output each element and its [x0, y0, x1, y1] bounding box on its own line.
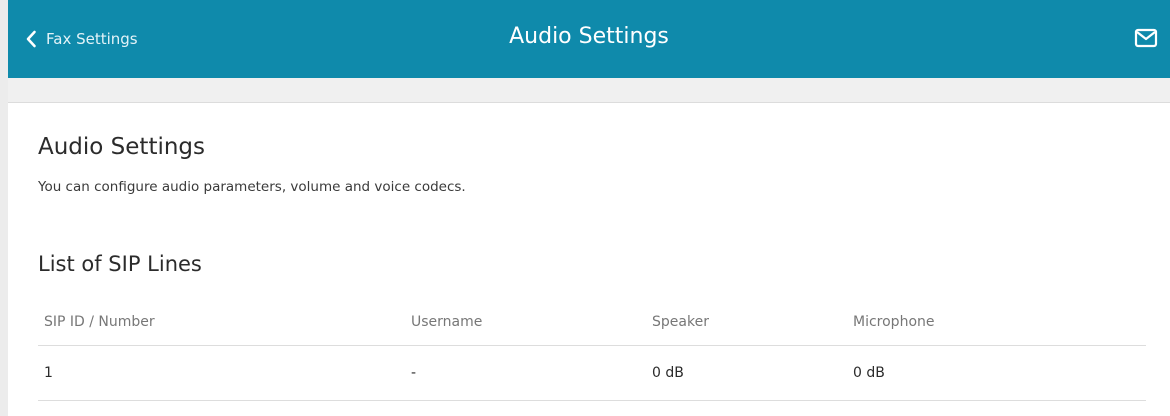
- cell-microphone: 0 dB: [853, 345, 1146, 401]
- back-to-fax-settings-link[interactable]: Fax Settings: [25, 27, 138, 51]
- column-header-username: Username: [411, 299, 652, 346]
- table-header-row: SIP ID / Number Username Speaker Microph…: [38, 299, 1146, 346]
- cell-speaker: 0 dB: [652, 345, 853, 401]
- chevron-left-icon: [25, 30, 37, 48]
- sip-lines-table: SIP ID / Number Username Speaker Microph…: [38, 299, 1146, 401]
- back-link-label: Fax Settings: [46, 30, 138, 48]
- page: Fax Settings Audio Settings Audio Settin…: [8, 0, 1170, 416]
- cell-username: -: [411, 345, 652, 401]
- content-area: Audio Settings You can configure audio p…: [8, 103, 1170, 416]
- column-header-speaker: Speaker: [652, 299, 853, 346]
- envelope-icon: [1134, 28, 1158, 52]
- page-title: Audio Settings: [509, 24, 669, 49]
- column-header-microphone: Microphone: [853, 299, 1146, 346]
- cell-sip-id: 1: [38, 345, 411, 401]
- section-title: Audio Settings: [38, 134, 206, 160]
- section-description: You can configure audio parameters, volu…: [38, 179, 466, 195]
- table-row[interactable]: 1 - 0 dB 0 dB: [38, 345, 1146, 401]
- header-divider: [8, 78, 1170, 103]
- top-bar: Fax Settings Audio Settings: [8, 0, 1170, 78]
- column-header-sip-id: SIP ID / Number: [38, 299, 411, 346]
- sip-lines-title: List of SIP Lines: [38, 252, 202, 276]
- notifications-button[interactable]: [1134, 28, 1158, 48]
